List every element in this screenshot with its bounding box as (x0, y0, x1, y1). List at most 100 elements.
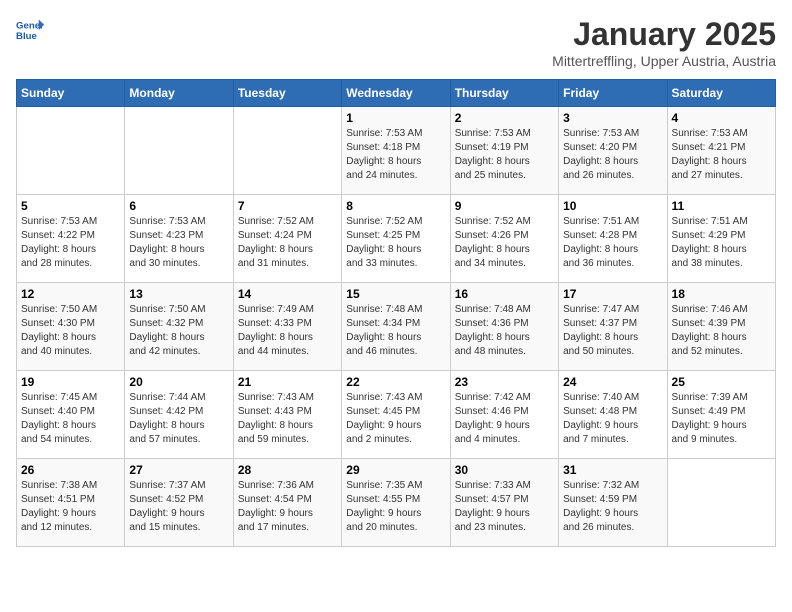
header-row: SundayMondayTuesdayWednesdayThursdayFrid… (17, 80, 776, 107)
calendar-cell: 3 Sunrise: 7:53 AM Sunset: 4:20 PM Daylig… (559, 107, 667, 195)
day-info: Sunrise: 7:53 AM Sunset: 4:22 PM Dayligh… (21, 215, 120, 271)
logo-icon: General Blue (16, 16, 44, 44)
day-info: Sunrise: 7:40 AM Sunset: 4:48 PM Dayligh… (563, 391, 662, 447)
calendar-cell (667, 459, 775, 547)
day-number: 29 (346, 463, 445, 477)
page-header: General Blue January 2025 Mittertrefflin… (16, 16, 776, 69)
day-number: 4 (672, 111, 771, 125)
day-info: Sunrise: 7:53 AM Sunset: 4:20 PM Dayligh… (563, 127, 662, 183)
day-info: Sunrise: 7:47 AM Sunset: 4:37 PM Dayligh… (563, 303, 662, 359)
calendar-cell: 10 Sunrise: 7:51 AM Sunset: 4:28 PM Dayli… (559, 195, 667, 283)
day-info: Sunrise: 7:35 AM Sunset: 4:55 PM Dayligh… (346, 479, 445, 535)
calendar-cell: 6Sunrise: 7:53 AM Sunset: 4:23 PM Daylig… (125, 195, 233, 283)
logo: General Blue (16, 16, 44, 44)
calendar-cell: 16Sunrise: 7:48 AM Sunset: 4:36 PM Dayli… (450, 283, 558, 371)
day-info: Sunrise: 7:46 AM Sunset: 4:39 PM Dayligh… (672, 303, 771, 359)
calendar-cell: 13Sunrise: 7:50 AM Sunset: 4:32 PM Dayli… (125, 283, 233, 371)
day-info: Sunrise: 7:44 AM Sunset: 4:42 PM Dayligh… (129, 391, 228, 447)
day-number: 22 (346, 375, 445, 389)
day-info: Sunrise: 7:33 AM Sunset: 4:57 PM Dayligh… (455, 479, 554, 535)
day-info: Sunrise: 7:52 AM Sunset: 4:25 PM Dayligh… (346, 215, 445, 271)
calendar-table: SundayMondayTuesdayWednesdayThursdayFrid… (16, 79, 776, 547)
day-number: 28 (238, 463, 337, 477)
day-info: Sunrise: 7:32 AM Sunset: 4:59 PM Dayligh… (563, 479, 662, 535)
day-info: Sunrise: 7:50 AM Sunset: 4:30 PM Dayligh… (21, 303, 120, 359)
title-block: January 2025 Mittertreffling, Upper Aust… (552, 16, 776, 69)
day-info: Sunrise: 7:53 AM Sunset: 4:21 PM Dayligh… (672, 127, 771, 183)
day-number: 24 (563, 375, 662, 389)
calendar-cell: 29 Sunrise: 7:35 AM Sunset: 4:55 PM Dayli… (342, 459, 450, 547)
calendar-cell: 28 Sunrise: 7:36 AM Sunset: 4:54 PM Dayli… (233, 459, 341, 547)
day-info: Sunrise: 7:43 AM Sunset: 4:45 PM Dayligh… (346, 391, 445, 447)
calendar-header: SundayMondayTuesdayWednesdayThursdayFrid… (17, 80, 776, 107)
day-number: 7 (238, 199, 337, 213)
calendar-cell: 18 Sunrise: 7:46 AM Sunset: 4:39 PM Dayli… (667, 283, 775, 371)
day-number: 16 (455, 287, 554, 301)
calendar-cell (233, 107, 341, 195)
weekday-header: Saturday (667, 80, 775, 107)
day-number: 13 (129, 287, 228, 301)
day-info: Sunrise: 7:39 AM Sunset: 4:49 PM Dayligh… (672, 391, 771, 447)
calendar-cell: 24 Sunrise: 7:40 AM Sunset: 4:48 PM Dayli… (559, 371, 667, 459)
day-number: 12 (21, 287, 120, 301)
calendar-week-row: 5 Sunrise: 7:53 AM Sunset: 4:22 PM Daylig… (17, 195, 776, 283)
day-number: 5 (21, 199, 120, 213)
svg-text:Blue: Blue (16, 31, 37, 42)
calendar-subtitle: Mittertreffling, Upper Austria, Austria (552, 53, 776, 69)
day-info: Sunrise: 7:53 AM Sunset: 4:19 PM Dayligh… (455, 127, 554, 183)
calendar-cell: 23 Sunrise: 7:42 AM Sunset: 4:46 PM Dayli… (450, 371, 558, 459)
day-number: 15 (346, 287, 445, 301)
calendar-cell: 31Sunrise: 7:32 AM Sunset: 4:59 PM Dayli… (559, 459, 667, 547)
calendar-cell: 4 Sunrise: 7:53 AM Sunset: 4:21 PM Daylig… (667, 107, 775, 195)
calendar-cell: 21 Sunrise: 7:43 AM Sunset: 4:43 PM Dayli… (233, 371, 341, 459)
calendar-week-row: 1 Sunrise: 7:53 AM Sunset: 4:18 PM Daylig… (17, 107, 776, 195)
day-number: 9 (455, 199, 554, 213)
day-info: Sunrise: 7:51 AM Sunset: 4:28 PM Dayligh… (563, 215, 662, 271)
day-number: 14 (238, 287, 337, 301)
calendar-cell: 20 Sunrise: 7:44 AM Sunset: 4:42 PM Dayli… (125, 371, 233, 459)
calendar-cell: 30 Sunrise: 7:33 AM Sunset: 4:57 PM Dayli… (450, 459, 558, 547)
calendar-cell: 9 Sunrise: 7:52 AM Sunset: 4:26 PM Daylig… (450, 195, 558, 283)
day-number: 23 (455, 375, 554, 389)
day-info: Sunrise: 7:42 AM Sunset: 4:46 PM Dayligh… (455, 391, 554, 447)
day-info: Sunrise: 7:49 AM Sunset: 4:33 PM Dayligh… (238, 303, 337, 359)
day-info: Sunrise: 7:53 AM Sunset: 4:18 PM Dayligh… (346, 127, 445, 183)
day-number: 10 (563, 199, 662, 213)
calendar-cell: 17 Sunrise: 7:47 AM Sunset: 4:37 PM Dayli… (559, 283, 667, 371)
day-number: 17 (563, 287, 662, 301)
calendar-cell: 12 Sunrise: 7:50 AM Sunset: 4:30 PM Dayli… (17, 283, 125, 371)
calendar-cell: 15Sunrise: 7:48 AM Sunset: 4:34 PM Dayli… (342, 283, 450, 371)
day-info: Sunrise: 7:38 AM Sunset: 4:51 PM Dayligh… (21, 479, 120, 535)
day-info: Sunrise: 7:43 AM Sunset: 4:43 PM Dayligh… (238, 391, 337, 447)
day-number: 1 (346, 111, 445, 125)
day-number: 6 (129, 199, 228, 213)
day-info: Sunrise: 7:52 AM Sunset: 4:26 PM Dayligh… (455, 215, 554, 271)
calendar-cell: 22 Sunrise: 7:43 AM Sunset: 4:45 PM Dayli… (342, 371, 450, 459)
calendar-week-row: 12 Sunrise: 7:50 AM Sunset: 4:30 PM Dayli… (17, 283, 776, 371)
weekday-header: Wednesday (342, 80, 450, 107)
day-number: 8 (346, 199, 445, 213)
calendar-cell: 1 Sunrise: 7:53 AM Sunset: 4:18 PM Daylig… (342, 107, 450, 195)
weekday-header: Monday (125, 80, 233, 107)
calendar-week-row: 26Sunrise: 7:38 AM Sunset: 4:51 PM Dayli… (17, 459, 776, 547)
day-number: 21 (238, 375, 337, 389)
weekday-header: Friday (559, 80, 667, 107)
calendar-cell (125, 107, 233, 195)
day-number: 3 (563, 111, 662, 125)
day-number: 30 (455, 463, 554, 477)
day-number: 2 (455, 111, 554, 125)
day-number: 20 (129, 375, 228, 389)
weekday-header: Thursday (450, 80, 558, 107)
calendar-cell: 5 Sunrise: 7:53 AM Sunset: 4:22 PM Daylig… (17, 195, 125, 283)
calendar-body: 1 Sunrise: 7:53 AM Sunset: 4:18 PM Daylig… (17, 107, 776, 547)
calendar-cell (17, 107, 125, 195)
calendar-cell: 7 Sunrise: 7:52 AM Sunset: 4:24 PM Daylig… (233, 195, 341, 283)
day-number: 18 (672, 287, 771, 301)
day-info: Sunrise: 7:45 AM Sunset: 4:40 PM Dayligh… (21, 391, 120, 447)
day-number: 19 (21, 375, 120, 389)
day-info: Sunrise: 7:36 AM Sunset: 4:54 PM Dayligh… (238, 479, 337, 535)
day-info: Sunrise: 7:52 AM Sunset: 4:24 PM Dayligh… (238, 215, 337, 271)
calendar-cell: 14 Sunrise: 7:49 AM Sunset: 4:33 PM Dayli… (233, 283, 341, 371)
calendar-title: January 2025 (552, 16, 776, 53)
calendar-cell: 8 Sunrise: 7:52 AM Sunset: 4:25 PM Daylig… (342, 195, 450, 283)
